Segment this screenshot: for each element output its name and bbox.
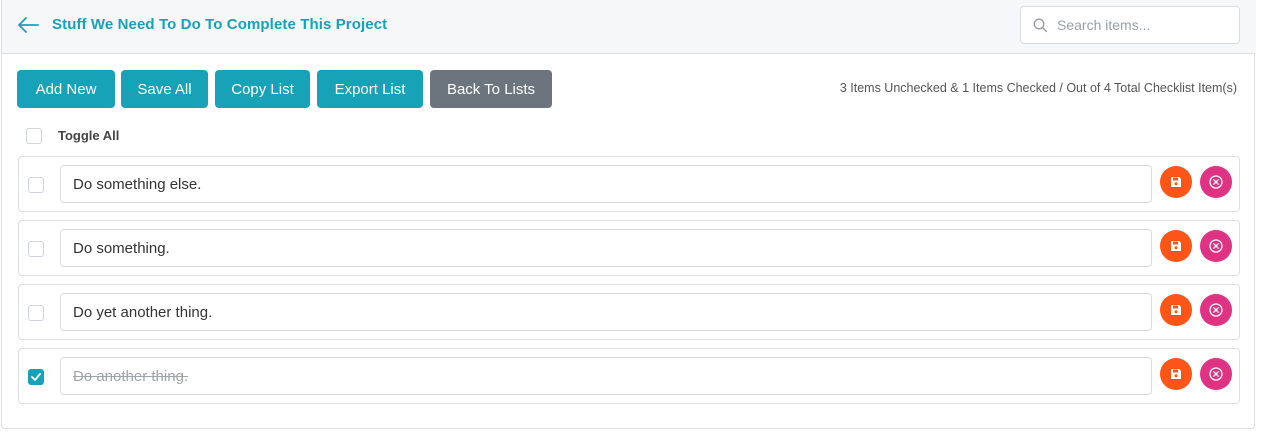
circle-x-icon: [1209, 239, 1223, 253]
export-list-button[interactable]: Export List: [317, 70, 423, 108]
arrow-left-icon[interactable]: [16, 14, 40, 36]
check-icon: [31, 373, 41, 381]
save-item-button[interactable]: [1160, 166, 1192, 198]
delete-item-button[interactable]: [1200, 166, 1232, 198]
circle-x-icon: [1209, 303, 1223, 317]
save-item-button[interactable]: [1160, 230, 1192, 262]
back-to-lists-button[interactable]: Back To Lists: [430, 70, 552, 108]
delete-item-button[interactable]: [1200, 294, 1232, 326]
item-text-field[interactable]: [60, 357, 1152, 395]
save-item-button[interactable]: [1160, 294, 1192, 326]
floppy-disk-icon: [1171, 241, 1181, 251]
checklist-card: Stuff We Need To Do To Complete This Pro…: [1, 0, 1256, 429]
floppy-disk-icon: [1171, 177, 1181, 187]
save-all-button[interactable]: Save All: [121, 70, 208, 108]
item-checkbox[interactable]: [28, 177, 44, 193]
circle-x-icon: [1209, 175, 1223, 189]
delete-item-button[interactable]: [1200, 230, 1232, 262]
delete-item-button[interactable]: [1200, 358, 1232, 390]
add-new-button[interactable]: Add New: [17, 70, 115, 108]
circle-x-icon: [1209, 367, 1223, 381]
checklist-item: [18, 348, 1240, 404]
search-icon: [1033, 18, 1048, 33]
copy-list-button[interactable]: Copy List: [215, 70, 310, 108]
item-checkbox[interactable]: [28, 305, 44, 321]
page-title: Stuff We Need To Do To Complete This Pro…: [52, 16, 388, 33]
floppy-disk-icon: [1171, 369, 1181, 379]
item-text-field[interactable]: [60, 293, 1152, 331]
toggle-all-label: Toggle All: [58, 128, 120, 143]
checklist-summary: 3 Items Unchecked & 1 Items Checked / Ou…: [839, 81, 1237, 95]
item-checkbox[interactable]: [28, 241, 44, 257]
item-text-field[interactable]: [60, 229, 1152, 267]
checklist-item: [18, 284, 1240, 340]
checklist-item: [18, 156, 1240, 212]
floppy-disk-icon: [1171, 305, 1181, 315]
toggle-all-checkbox[interactable]: [26, 128, 42, 144]
header-bar: Stuff We Need To Do To Complete This Pro…: [2, 0, 1256, 54]
save-item-button[interactable]: [1160, 358, 1192, 390]
item-checkbox[interactable]: [28, 369, 44, 385]
checklist-item: [18, 220, 1240, 276]
search-input[interactable]: [1057, 13, 1233, 37]
item-text-field[interactable]: [60, 165, 1152, 203]
search-box[interactable]: [1020, 6, 1240, 44]
